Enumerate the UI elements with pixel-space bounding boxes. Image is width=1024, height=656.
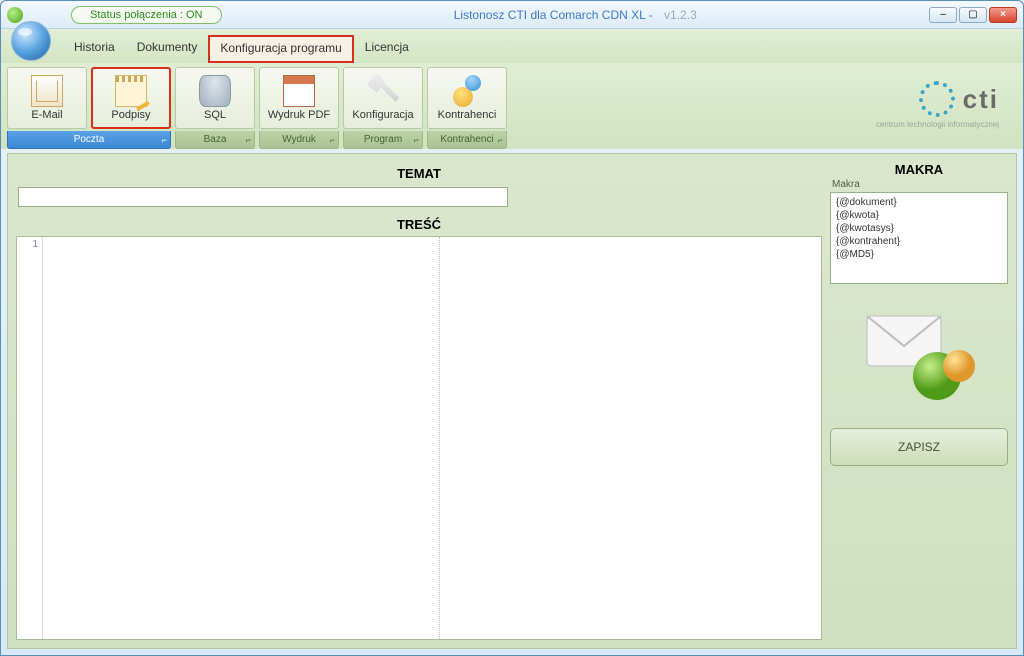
- titlebar: Status połączenia : ON Listonosz CTI dla…: [1, 1, 1023, 29]
- editor-body[interactable]: [43, 237, 821, 639]
- ribbon-sql-label: SQL: [204, 109, 226, 121]
- wydrukpdf-icon: [283, 75, 315, 107]
- sql-icon: [199, 75, 231, 107]
- dialog-launcher-icon[interactable]: ⌐: [246, 135, 251, 145]
- cti-sun-icon: [919, 81, 955, 117]
- ribbon: E-MailPodpisyPoczta⌐SQLBaza⌐Wydruk PDFWy…: [1, 63, 1023, 149]
- menubar: HistoriaDokumentyKonfiguracja programuLi…: [63, 35, 420, 63]
- line-gutter: 1: [17, 237, 43, 639]
- makra-title: MAKRA: [830, 162, 1008, 177]
- macro-item[interactable]: {@kwotasys}: [836, 222, 1002, 235]
- ribbon-email-label: E-Mail: [31, 109, 62, 121]
- dialog-launcher-icon[interactable]: ⌐: [330, 135, 335, 145]
- ribbon-podpisy-label: Podpisy: [111, 109, 150, 121]
- menubar-row: HistoriaDokumentyKonfiguracja programuLi…: [1, 29, 1023, 63]
- temat-input[interactable]: [18, 187, 508, 207]
- macro-item[interactable]: {@kwota}: [836, 209, 1002, 222]
- ribbon-group-wydruk: Wydruk PDF Wydruk⌐: [259, 67, 339, 149]
- ribbon-group-poczta: E-Mail Podpisy Poczta⌐: [7, 67, 171, 149]
- app-icon: [7, 7, 23, 23]
- globe-icon[interactable]: [11, 21, 51, 61]
- maximize-button[interactable]: ▢: [959, 7, 987, 23]
- ribbon-kontrahenci-label: Kontrahenci: [438, 109, 497, 121]
- dialog-launcher-icon[interactable]: ⌐: [162, 135, 167, 145]
- cti-text: cti: [963, 84, 999, 115]
- ribbon-konfiguracja-button[interactable]: Konfiguracja: [343, 67, 423, 129]
- group-label-baza: Baza⌐: [175, 131, 255, 149]
- tresc-editor[interactable]: 1: [16, 236, 822, 640]
- makra-sub: Makra: [832, 179, 1008, 190]
- minimize-button[interactable]: –: [929, 7, 957, 23]
- version-text: v1.2.3: [664, 8, 697, 22]
- email-icon: [31, 75, 63, 107]
- margin-guide: [439, 237, 440, 639]
- group-label-wydruk: Wydruk⌐: [259, 131, 339, 149]
- title-text: Listonosz CTI dla Comarch CDN XL -: [454, 8, 653, 22]
- close-button[interactable]: ×: [989, 7, 1017, 23]
- ribbon-konfiguracja-label: Konfiguracja: [352, 109, 413, 121]
- konfiguracja-icon: [367, 75, 399, 107]
- ribbon-group-baza: SQL Baza⌐: [175, 67, 255, 149]
- group-label-poczta: Poczta⌐: [7, 131, 171, 149]
- group-label-kontrahenci: Kontrahenci⌐: [427, 131, 507, 149]
- podpisy-icon: [115, 75, 147, 107]
- macro-item[interactable]: {@kontrahent}: [836, 235, 1002, 248]
- brand-logo: cti centrum technologii informatycznej: [876, 67, 1017, 149]
- dialog-launcher-icon[interactable]: ⌐: [414, 135, 419, 145]
- content-area: TEMAT TREŚĆ 1 MAKRA Makra {@dokument}{@k…: [7, 153, 1017, 649]
- connection-status: Status połączenia : ON: [71, 6, 222, 24]
- right-pane: MAKRA Makra {@dokument}{@kwota}{@kwotasy…: [830, 162, 1008, 640]
- ribbon-group-program: Konfiguracja Program⌐: [343, 67, 423, 149]
- app-window: Status połączenia : ON Listonosz CTI dla…: [0, 0, 1024, 656]
- macro-list[interactable]: {@dokument}{@kwota}{@kwotasys}{@kontrahe…: [830, 192, 1008, 284]
- window-controls: – ▢ ×: [929, 7, 1017, 23]
- mail-users-illustration: [830, 310, 1008, 410]
- temat-label: TEMAT: [16, 162, 822, 185]
- save-button[interactable]: ZAPISZ: [830, 428, 1008, 466]
- dialog-launcher-icon[interactable]: ⌐: [498, 135, 503, 145]
- menu-dokumenty[interactable]: Dokumenty: [126, 35, 209, 63]
- ribbon-group-kontrahenci: Kontrahenci Kontrahenci⌐: [427, 67, 507, 149]
- macro-item[interactable]: {@MD5}: [836, 248, 1002, 261]
- group-label-program: Program⌐: [343, 131, 423, 149]
- ribbon-podpisy-button[interactable]: Podpisy: [91, 67, 171, 129]
- menu-historia[interactable]: Historia: [63, 35, 126, 63]
- macro-item[interactable]: {@dokument}: [836, 196, 1002, 209]
- tresc-label: TREŚĆ: [16, 213, 822, 236]
- menu-licencja[interactable]: Licencja: [354, 35, 420, 63]
- ribbon-wydrukpdf-label: Wydruk PDF: [268, 109, 330, 121]
- window-title: Listonosz CTI dla Comarch CDN XL - v1.2.…: [222, 8, 929, 22]
- menu-konfiguracja-programu[interactable]: Konfiguracja programu: [208, 35, 353, 63]
- kontrahenci-icon: [451, 75, 483, 107]
- ribbon-wydrukpdf-button[interactable]: Wydruk PDF: [259, 67, 339, 129]
- ribbon-sql-button[interactable]: SQL: [175, 67, 255, 129]
- cti-subtitle: centrum technologii informatycznej: [876, 120, 999, 129]
- left-pane: TEMAT TREŚĆ 1: [16, 162, 822, 640]
- ribbon-kontrahenci-button[interactable]: Kontrahenci: [427, 67, 507, 129]
- ribbon-email-button[interactable]: E-Mail: [7, 67, 87, 129]
